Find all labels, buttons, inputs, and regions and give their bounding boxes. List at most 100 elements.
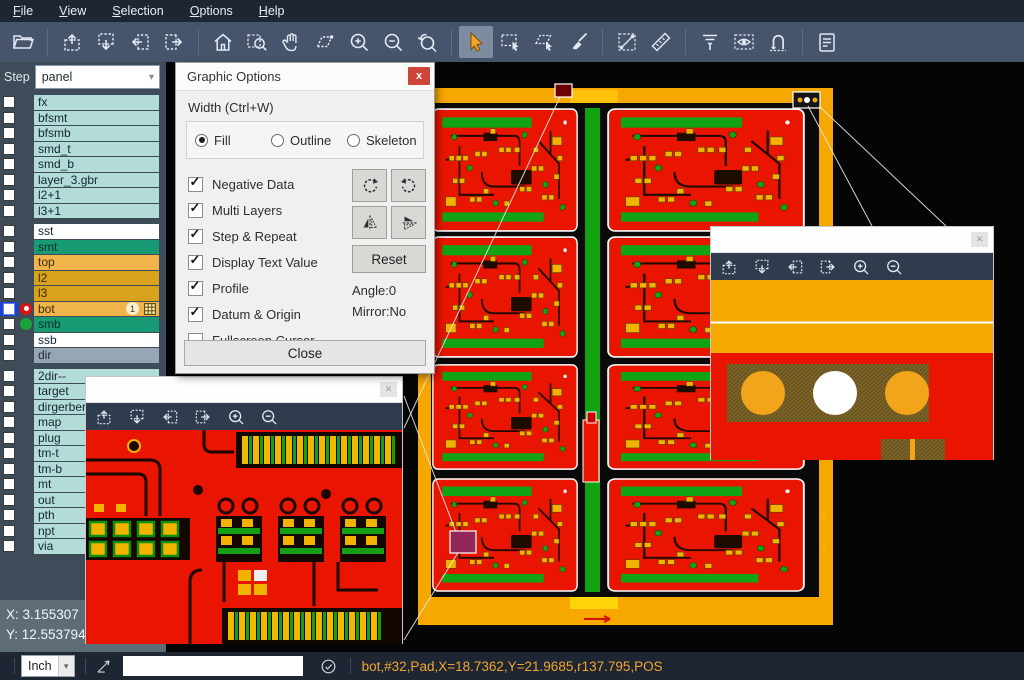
zoom-in-icon[interactable] [851,257,871,277]
layer-visibility-checkbox[interactable] [0,255,18,270]
close-icon[interactable]: ✕ [380,382,397,397]
layer-row-fx[interactable]: fx [0,95,166,110]
layer-label[interactable]: sst [34,224,159,239]
layer-label[interactable]: smd_t [34,142,159,157]
open-file-button[interactable] [6,26,40,58]
pan-left-icon[interactable] [160,407,180,427]
mirror-vertical-button[interactable] [391,206,426,239]
zoom-in-icon[interactable] [226,407,246,427]
zoom-window-2-titlebar[interactable]: ✕ [711,227,993,253]
layer-visibility-checkbox[interactable] [0,286,18,301]
layer-visibility-checkbox[interactable] [0,431,18,446]
zoom-window-1-content[interactable] [86,430,402,644]
pan-left-icon[interactable] [785,257,805,277]
zoom-window-2[interactable]: ✕ [710,226,994,460]
layer-row-smd_b[interactable]: smd_b [0,157,166,172]
layer-visibility-checkbox[interactable] [0,204,18,219]
dialog-close-button[interactable]: x [408,67,430,85]
layer-visibility-checkbox[interactable] [0,400,18,415]
layer-visibility-checkbox[interactable] [0,477,18,492]
zoom-window-1-titlebar[interactable]: ✕ [86,377,402,403]
pan-up-button[interactable] [55,26,89,58]
layer-visibility-checkbox[interactable] [0,224,18,239]
layer-label[interactable]: ssb [34,333,159,348]
pan-down-button[interactable] [89,26,123,58]
close-icon[interactable]: ✕ [971,232,988,247]
layer-row-l3+1[interactable]: l3+1 [0,204,166,219]
step-select[interactable]: panel ▾ [35,65,160,89]
width-mode-outline[interactable]: Outline [271,133,347,148]
zoom-in-button[interactable] [342,26,376,58]
pan-right-icon[interactable] [818,257,838,277]
option-multi-layers[interactable]: Multi Layers [188,197,348,223]
layer-visibility-checkbox[interactable] [0,462,18,477]
layer-visibility-checkbox[interactable] [0,173,18,188]
layer-label[interactable]: l3 [34,286,159,301]
menu-help[interactable]: Help [246,0,298,22]
reset-button[interactable]: Reset [352,245,426,273]
width-mode-skeleton[interactable]: Skeleton [347,133,423,148]
close-button[interactable]: Close [184,340,426,366]
option-profile[interactable]: Profile [188,275,348,301]
layer-row-dir[interactable]: dir [0,348,166,363]
command-input[interactable] [123,656,303,676]
pan-down-icon[interactable] [127,407,147,427]
option-step-repeat[interactable]: Step & Repeat [188,223,348,249]
highlight-brush-button[interactable] [561,26,595,58]
layer-row-l2[interactable]: l2 [0,271,166,286]
mirror-horizontal-button[interactable] [352,206,387,239]
layer-label[interactable]: fx [34,95,159,110]
zoom-out-icon[interactable] [259,407,279,427]
layer-row-smt[interactable]: smt [0,240,166,255]
layer-label[interactable]: l2+1 [34,188,159,203]
rotate-cw-button[interactable] [352,169,387,202]
option-display-text-value[interactable]: Display Text Value [188,249,348,275]
home-view-button[interactable] [206,26,240,58]
layer-visibility-checkbox[interactable] [0,157,18,172]
menu-selection[interactable]: Selection [99,0,176,22]
filter-button[interactable] [693,26,727,58]
layer-row-smb[interactable]: smb [0,317,166,332]
rotate-ccw-button[interactable] [391,169,426,202]
menu-view[interactable]: View [46,0,99,22]
pan-left-button[interactable] [123,26,157,58]
select-cursor-button[interactable] [459,26,493,58]
snap-mode-button[interactable] [761,26,795,58]
layer-visibility-checkbox[interactable] [0,493,18,508]
layer-visibility-checkbox[interactable] [0,271,18,286]
pan-up-icon[interactable] [719,257,739,277]
layer-row-bot[interactable]: bot1 [0,302,166,317]
unit-select[interactable]: Inch ▾ [21,655,75,677]
layer-label[interactable]: smt [34,240,159,255]
pan-right-button[interactable] [157,26,191,58]
zoom-dynamic-button[interactable] [308,26,342,58]
layer-visibility-checkbox[interactable] [0,302,18,317]
select-polygon-button[interactable] [527,26,561,58]
width-mode-fill[interactable]: Fill [195,133,271,148]
layer-row-sst[interactable]: sst [0,224,166,239]
menu-file[interactable]: File [0,0,46,22]
layer-visibility-checkbox[interactable] [0,95,18,110]
zoom-window-2-content[interactable] [711,280,993,460]
pan-down-icon[interactable] [752,257,772,277]
layer-row-l2+1[interactable]: l2+1 [0,188,166,203]
layer-label[interactable]: bot1 [34,302,159,317]
layer-label[interactable]: bfsmb [34,126,159,141]
dialog-titlebar[interactable]: Graphic Options x [176,63,434,91]
layer-visibility-checkbox[interactable] [0,369,18,384]
zoom-window-1[interactable]: ✕ [85,376,403,644]
pan-hand-button[interactable] [274,26,308,58]
layer-row-bfsmb[interactable]: bfsmb [0,126,166,141]
layer-label[interactable]: l2 [34,271,159,286]
option-datum-origin[interactable]: Datum & Origin [188,301,348,327]
layer-row-layer_3.gbr[interactable]: layer_3.gbr [0,173,166,188]
layer-visibility-checkbox[interactable] [0,508,18,523]
layer-visibility-checkbox[interactable] [0,126,18,141]
layer-visibility-checkbox[interactable] [0,317,18,332]
layer-label[interactable]: smb [34,317,159,332]
layer-visibility-checkbox[interactable] [0,240,18,255]
pan-up-icon[interactable] [94,407,114,427]
object-view-button[interactable] [727,26,761,58]
measure-point-button[interactable] [610,26,644,58]
measure-ruler-button[interactable] [644,26,678,58]
